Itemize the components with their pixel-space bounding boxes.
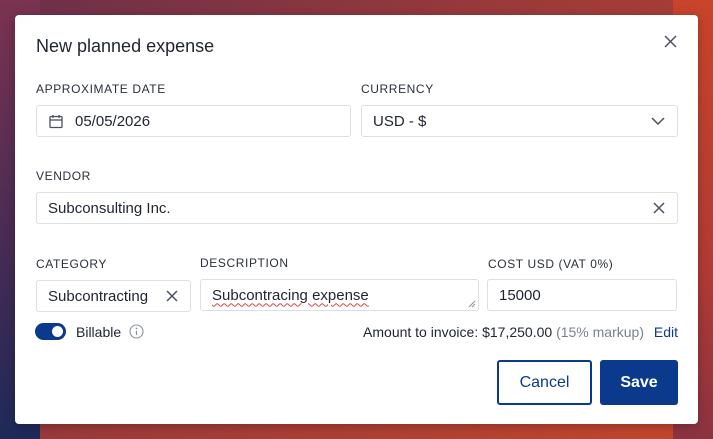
approximate-date-field[interactable]: 05/05/2026	[36, 105, 351, 137]
invoice-summary: Amount to invoice: $17,250.00 (15% marku…	[363, 324, 678, 340]
category-value: Subcontracting	[48, 287, 149, 305]
currency-value: USD - $	[373, 112, 427, 130]
cost-input[interactable]: 15000	[487, 279, 677, 311]
category-label: CATEGORY	[36, 257, 108, 271]
currency-select[interactable]: USD - $	[361, 105, 678, 137]
approximate-date-label: APPROXIMATE DATE	[36, 82, 166, 96]
vendor-field[interactable]: Subconsulting Inc.	[36, 192, 678, 224]
vendor-value: Subconsulting Inc.	[48, 199, 171, 217]
chevron-down-icon	[651, 117, 665, 125]
approximate-date-value: 05/05/2026	[75, 112, 151, 130]
vendor-clear-icon[interactable]	[653, 202, 665, 214]
new-planned-expense-dialog: New planned expense APPROXIMATE DATE 05/…	[15, 15, 698, 424]
billable-toggle[interactable]	[35, 323, 66, 340]
description-textarea[interactable]: Subcontracing expense	[200, 279, 479, 311]
close-icon	[663, 34, 677, 48]
info-icon[interactable]	[129, 324, 144, 339]
vendor-label: VENDOR	[36, 169, 91, 183]
cost-label: COST USD (VAT 0%)	[488, 257, 614, 271]
close-button[interactable]	[660, 31, 680, 51]
toggle-knob	[52, 326, 63, 337]
invoice-markup: (15% markup)	[556, 324, 644, 340]
description-value: Subcontracing expense	[212, 286, 369, 304]
billable-label: Billable	[76, 324, 122, 340]
currency-label: CURRENCY	[361, 82, 434, 96]
resize-handle-icon[interactable]	[467, 299, 476, 308]
dialog-title: New planned expense	[36, 36, 215, 56]
calendar-icon	[49, 114, 63, 129]
category-clear-icon[interactable]	[166, 290, 178, 302]
category-field[interactable]: Subcontracting	[36, 280, 191, 312]
cost-value: 15000	[499, 286, 541, 304]
save-button[interactable]: Save	[600, 360, 678, 405]
invoice-amount: Amount to invoice: $17,250.00	[363, 324, 553, 340]
edit-markup-link[interactable]: Edit	[654, 324, 678, 340]
cancel-button[interactable]: Cancel	[497, 360, 592, 405]
description-label: DESCRIPTION	[200, 256, 289, 270]
